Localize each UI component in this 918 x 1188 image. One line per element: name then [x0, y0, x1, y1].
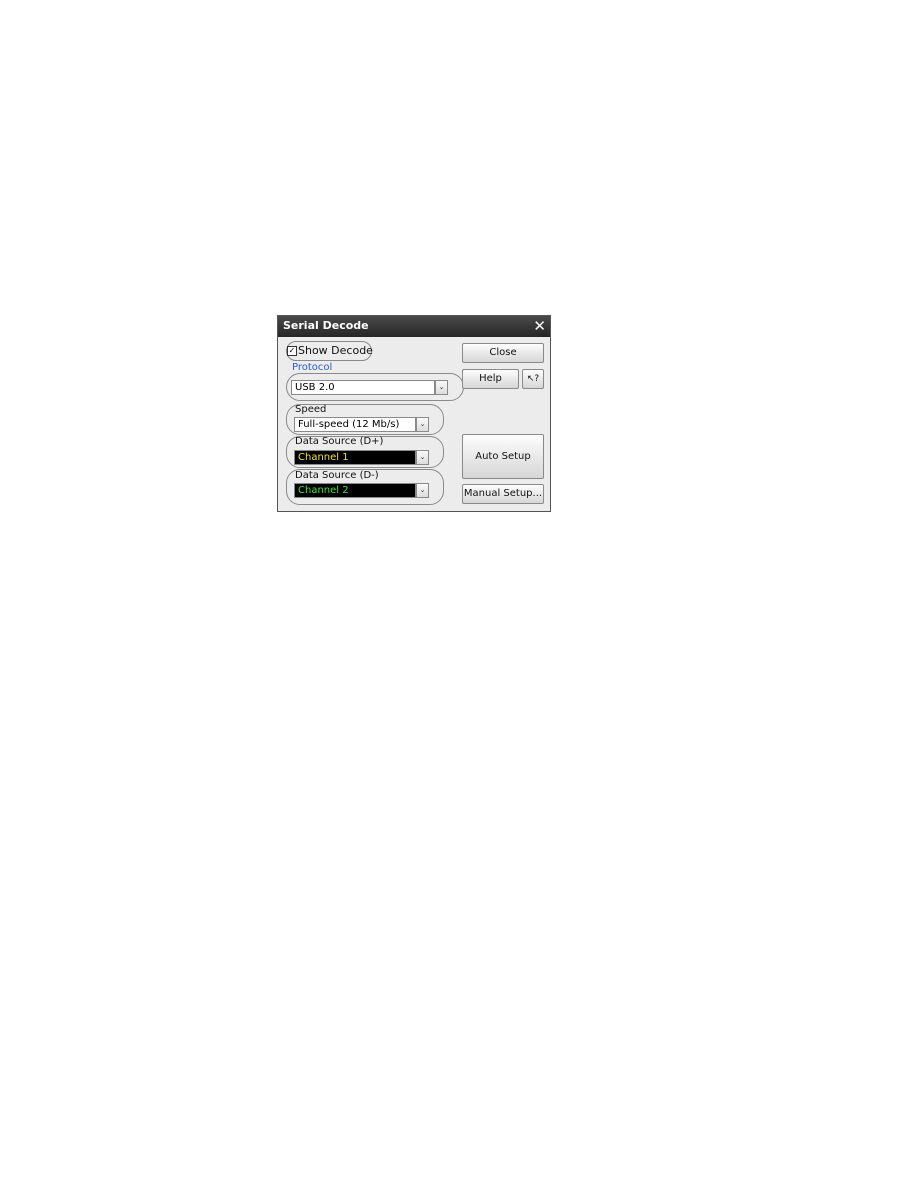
chevron-down-icon[interactable]: ⌄ — [416, 417, 429, 432]
manual-setup-button[interactable]: Manual Setup... — [462, 484, 544, 504]
show-decode-label[interactable]: Show Decode — [298, 344, 373, 357]
help-button[interactable]: Help — [462, 369, 519, 389]
close-icon[interactable]: ✕ — [533, 316, 546, 336]
data-source-dplus-select[interactable]: Channel 1 ⌄ — [294, 450, 429, 465]
title-bar[interactable]: Serial Decode ✕ — [278, 316, 550, 337]
chevron-down-icon[interactable]: ⌄ — [416, 450, 429, 465]
speed-select[interactable]: Full-speed (12 Mb/s) ⌄ — [294, 417, 429, 432]
data-source-dplus-value: Channel 1 — [298, 452, 349, 463]
dialog-title: Serial Decode — [283, 319, 369, 332]
pointer-help-icon: ↖? — [526, 374, 540, 384]
data-source-dplus-label: Data Source (D+) — [295, 436, 384, 447]
close-button[interactable]: Close — [462, 343, 544, 363]
data-source-dminus-label: Data Source (D-) — [295, 470, 379, 481]
chevron-down-icon[interactable]: ⌄ — [435, 380, 448, 395]
data-source-dminus-select[interactable]: Channel 2 ⌄ — [294, 483, 429, 498]
protocol-value: USB 2.0 — [295, 382, 335, 393]
show-decode-checkbox[interactable]: ✓ — [287, 346, 297, 356]
protocol-label: Protocol — [292, 362, 333, 373]
auto-setup-button[interactable]: Auto Setup — [462, 434, 544, 479]
whats-this-button[interactable]: ↖? — [522, 369, 544, 389]
serial-decode-dialog: Serial Decode ✕ ✓ Show Decode Protocol U… — [277, 315, 551, 512]
chevron-down-icon[interactable]: ⌄ — [416, 483, 429, 498]
speed-value: Full-speed (12 Mb/s) — [298, 419, 400, 430]
protocol-select[interactable]: USB 2.0 ⌄ — [291, 380, 448, 395]
data-source-dminus-value: Channel 2 — [298, 485, 349, 496]
speed-label: Speed — [295, 404, 327, 415]
